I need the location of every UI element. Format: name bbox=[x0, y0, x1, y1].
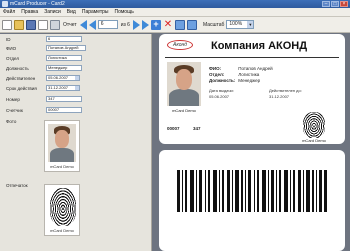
field-department-input[interactable]: Логистика bbox=[46, 55, 82, 61]
field-fio-label: ФИО bbox=[6, 46, 17, 51]
card-position-label: Должность: bbox=[209, 78, 236, 83]
menu-help[interactable]: Помощь bbox=[115, 9, 134, 15]
field-valid-to-label: Срок действия bbox=[6, 86, 37, 91]
company-logo: Аконд bbox=[167, 40, 193, 50]
field-photo-label: Фото bbox=[6, 119, 17, 124]
last-record-icon[interactable] bbox=[141, 19, 149, 30]
print-icon[interactable] bbox=[50, 19, 60, 30]
field-fio: ФИО Потапов Андрей bbox=[6, 45, 146, 52]
window-title: mCard Producer - Card2 bbox=[10, 1, 65, 7]
field-department-label: Отдел bbox=[6, 56, 20, 61]
field-valid-from: Действителен 05.06.2007 bbox=[6, 75, 146, 82]
menu-file[interactable]: Файл bbox=[3, 9, 15, 15]
new-document-icon[interactable] bbox=[2, 19, 12, 30]
card-photo bbox=[167, 62, 201, 106]
card-fingerprint bbox=[303, 112, 325, 138]
fingerprint-caption: mCard Demo bbox=[50, 228, 74, 233]
photo-field-image[interactable]: mCard Demo bbox=[44, 120, 80, 172]
field-valid-from-input[interactable]: 05.06.2007 bbox=[46, 75, 80, 81]
field-position-label: Должность bbox=[6, 66, 29, 71]
scale-select[interactable]: 100% ▼ bbox=[226, 20, 255, 29]
fingerprint-field-image[interactable]: mCard Demo bbox=[44, 184, 80, 236]
calendar-dropdown-icon[interactable] bbox=[75, 76, 79, 80]
field-counter-input[interactable]: 00007 bbox=[46, 107, 82, 113]
two-page-view-icon[interactable] bbox=[186, 19, 197, 30]
next-record-icon[interactable] bbox=[132, 19, 140, 30]
card-counter: 00007 bbox=[167, 126, 180, 131]
card-dept-value: Логистика bbox=[238, 72, 260, 77]
card-fio-value: Потапов Андрей bbox=[238, 66, 273, 71]
minimize-button[interactable]: – bbox=[322, 1, 330, 7]
field-counter: Счетчик 00007 bbox=[6, 107, 146, 114]
open-folder-icon[interactable] bbox=[14, 19, 24, 30]
field-valid-to-value: 31.12.2007 bbox=[48, 85, 69, 90]
card-valid-label: Действителен до: bbox=[269, 88, 302, 93]
single-page-view-icon[interactable] bbox=[174, 19, 185, 30]
card-back[interactable] bbox=[159, 150, 345, 251]
card-fingerprint-caption: mCard Demo bbox=[302, 138, 326, 143]
chevron-down-icon[interactable]: ▼ bbox=[247, 21, 254, 28]
menu-edit[interactable]: Правка bbox=[21, 9, 38, 15]
field-valid-to: Срок действия 31.12.2007 bbox=[6, 85, 146, 92]
field-number: Номер 347 bbox=[6, 96, 146, 103]
card-company-name: Компания АКОНД bbox=[211, 40, 308, 52]
copy-icon[interactable] bbox=[38, 19, 48, 30]
report-button[interactable]: Отчет bbox=[63, 22, 77, 28]
card-position-row: Должность: Менеджер bbox=[209, 78, 260, 83]
calendar-dropdown-icon[interactable] bbox=[75, 86, 79, 90]
card-barcode bbox=[177, 170, 327, 212]
field-id: ID 6 bbox=[6, 36, 146, 43]
menu-options[interactable]: Параметры bbox=[82, 9, 109, 15]
record-number-input[interactable]: 6 bbox=[97, 20, 118, 29]
delete-record-icon[interactable]: ✕ bbox=[163, 19, 173, 30]
menu-records[interactable]: Записи bbox=[44, 9, 61, 15]
card-dept-row: Отдел: Логистика bbox=[209, 72, 259, 77]
card-issued-value: 05.06.2007 bbox=[209, 94, 230, 99]
field-id-input[interactable]: 6 bbox=[46, 36, 82, 42]
record-total: из 6 bbox=[120, 21, 130, 28]
card-issued-label: Дата выдачи: bbox=[209, 88, 234, 93]
app-icon bbox=[2, 1, 8, 7]
card-position-value: Менеджер bbox=[238, 78, 261, 83]
card-photo-caption: mCard Demo bbox=[172, 108, 196, 113]
field-valid-from-label: Действителен bbox=[6, 76, 36, 81]
card-dept-label: Отдел: bbox=[209, 72, 225, 77]
field-valid-to-input[interactable]: 31.12.2007 bbox=[46, 85, 80, 91]
field-fio-input[interactable]: Потапов Андрей bbox=[46, 45, 86, 51]
add-record-icon[interactable]: + bbox=[150, 19, 161, 30]
first-record-icon[interactable] bbox=[79, 19, 87, 30]
employee-photo bbox=[48, 124, 76, 162]
field-id-label: ID bbox=[6, 37, 11, 42]
scale-value: 100% bbox=[229, 21, 243, 27]
toolbar: Отчет 6 из 6 + ✕ Масштаб 100% ▼ bbox=[0, 17, 350, 33]
card-divider bbox=[165, 57, 339, 58]
menu-bar: Файл Правка Записи Вид Параметры Помощь bbox=[0, 8, 350, 17]
field-position: Должность Менеджер bbox=[6, 65, 146, 72]
record-fields-panel: ID 6 ФИО Потапов Андрей Отдел Логистика … bbox=[0, 34, 152, 251]
field-position-input[interactable]: Менеджер bbox=[46, 65, 82, 71]
field-valid-from-value: 05.06.2007 bbox=[48, 75, 69, 80]
menu-view[interactable]: Вид bbox=[67, 9, 76, 15]
scale-label: Масштаб bbox=[202, 21, 225, 28]
card-fio-row: ФИО: Потапов Андрей bbox=[209, 66, 273, 71]
save-icon[interactable] bbox=[26, 19, 36, 30]
field-department: Отдел Логистика bbox=[6, 55, 146, 62]
card-design-canvas: Аконд Компания АКОНД mCard Demo ФИО: Пот… bbox=[153, 34, 350, 251]
card-front[interactable]: Аконд Компания АКОНД mCard Demo ФИО: Пот… bbox=[159, 34, 345, 144]
close-button[interactable]: × bbox=[340, 1, 348, 7]
window-title-bar: mCard Producer - Card2 – □ × bbox=[0, 0, 350, 8]
field-number-label: Номер bbox=[6, 97, 20, 102]
field-fingerprint-label: Отпечаток bbox=[6, 183, 28, 188]
photo-caption: mCard Demo bbox=[50, 164, 74, 169]
previous-record-icon[interactable] bbox=[88, 19, 96, 30]
maximize-button[interactable]: □ bbox=[331, 1, 339, 7]
field-number-input[interactable]: 347 bbox=[46, 96, 82, 102]
card-fio-label: ФИО: bbox=[209, 66, 222, 71]
fingerprint-image bbox=[50, 188, 76, 226]
card-valid-value: 31.12.2007 bbox=[269, 94, 290, 99]
field-counter-label: Счетчик bbox=[6, 108, 23, 113]
card-number: 347 bbox=[193, 126, 201, 131]
